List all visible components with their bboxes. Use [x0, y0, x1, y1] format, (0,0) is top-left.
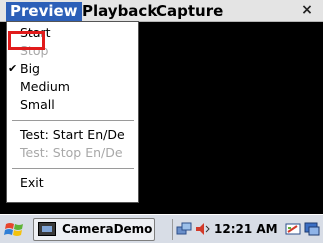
- checkmark-icon: ✔: [8, 62, 18, 75]
- menu-separator: [12, 120, 134, 121]
- menu-item-test-start[interactable]: Test: Start En/De: [7, 126, 138, 144]
- highlight-box: [8, 31, 45, 50]
- menu-item-exit[interactable]: Exit: [7, 174, 138, 192]
- windows-flag-icon: [4, 223, 23, 236]
- menu-preview-label: Preview: [10, 2, 78, 20]
- menu-item-small[interactable]: Small: [7, 96, 138, 114]
- camera-app-icon: [38, 222, 56, 236]
- network-icon[interactable]: [176, 221, 192, 237]
- tray-divider: [172, 219, 173, 240]
- taskbar: CameraDemo 12:21 AM: [0, 214, 323, 243]
- taskbar-app-button[interactable]: CameraDemo: [33, 218, 155, 241]
- menu-item-test-stop: Test: Stop En/De: [7, 144, 138, 162]
- menu-preview[interactable]: Preview: [6, 2, 82, 21]
- menu-item-big-label: Big: [20, 61, 40, 76]
- menu-capture[interactable]: Capture: [152, 2, 227, 21]
- menu-item-medium-label: Medium: [20, 79, 70, 94]
- menu-playback[interactable]: Playback: [78, 2, 161, 21]
- menu-item-medium[interactable]: Medium: [7, 78, 138, 96]
- close-icon: ×: [301, 2, 313, 18]
- taskbar-app-label: CameraDemo: [62, 222, 153, 236]
- close-button[interactable]: ×: [295, 1, 319, 20]
- start-button[interactable]: [4, 220, 26, 240]
- desktop-icon[interactable]: [304, 221, 320, 237]
- device-screen: Preview Playback Capture × Start Stop ✔ B…: [0, 0, 323, 243]
- menu-playback-label: Playback: [82, 2, 158, 20]
- menu-item-small-label: Small: [20, 97, 55, 112]
- volume-icon[interactable]: [194, 221, 210, 237]
- keyboard-input-icon[interactable]: [285, 221, 301, 237]
- menu-bar: Preview Playback Capture ×: [0, 0, 323, 22]
- menu-item-test-stop-label: Test: Stop En/De: [20, 145, 123, 160]
- menu-item-test-start-label: Test: Start En/De: [20, 127, 125, 142]
- menu-capture-label: Capture: [156, 2, 224, 20]
- menu-item-big[interactable]: ✔ Big: [7, 60, 138, 78]
- menu-item-exit-label: Exit: [20, 175, 44, 190]
- menu-separator: [12, 168, 134, 169]
- clock[interactable]: 12:21 AM: [214, 215, 278, 243]
